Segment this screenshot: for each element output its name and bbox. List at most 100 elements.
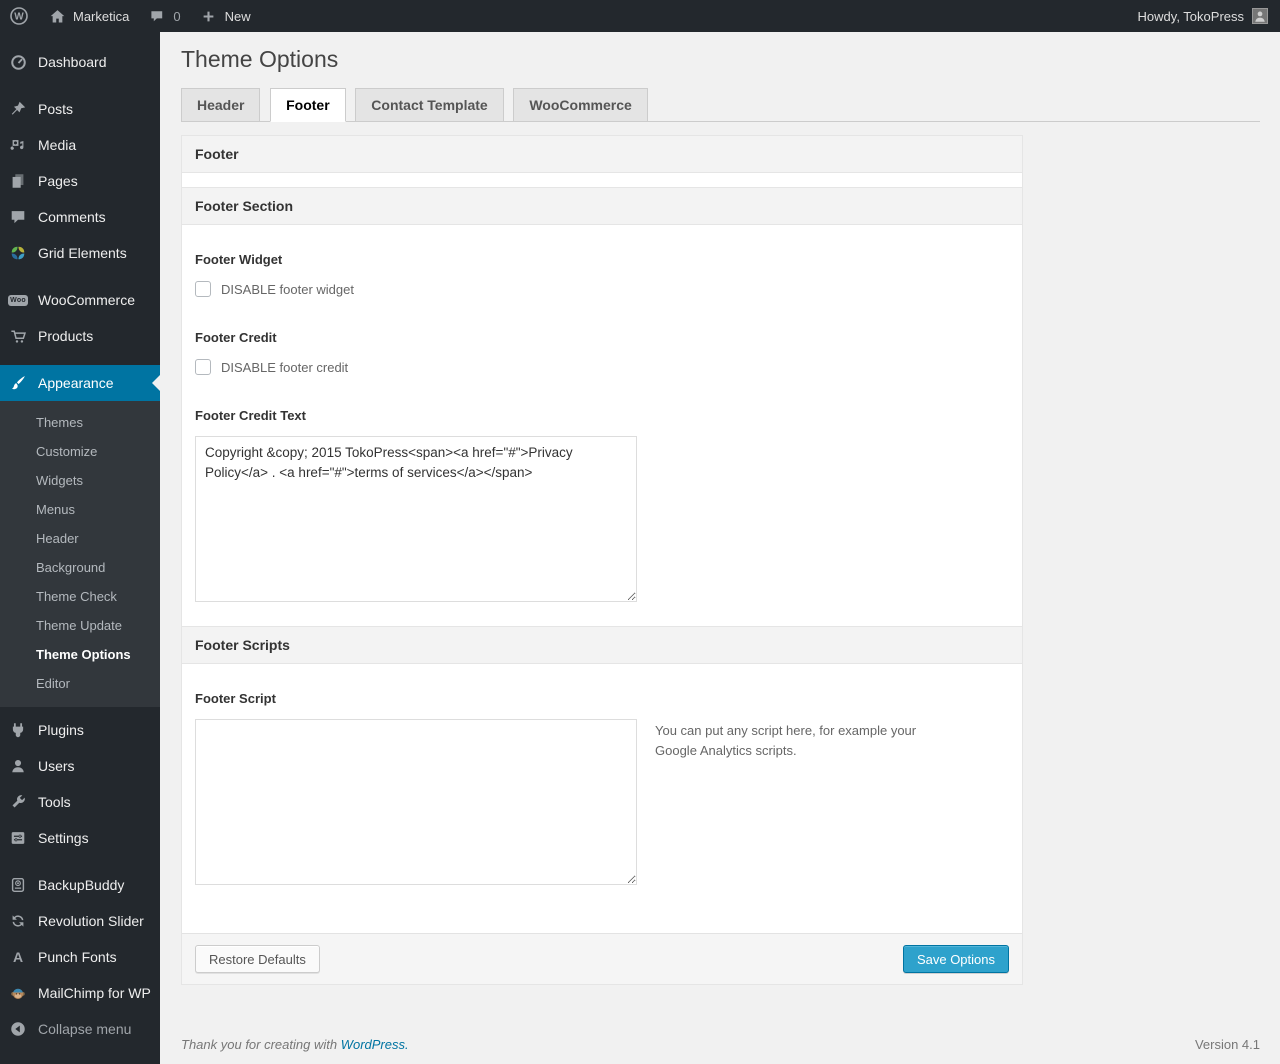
submenu-item-themes[interactable]: Themes — [0, 408, 160, 437]
submenu-item-widgets[interactable]: Widgets — [0, 466, 160, 495]
disable-footer-widget-checkbox[interactable] — [195, 281, 211, 297]
sidebar-item-revolution-slider[interactable]: Revolution Slider — [0, 903, 160, 939]
checkbox-label: DISABLE footer credit — [221, 359, 349, 375]
sidebar-item-label: Products — [38, 328, 94, 344]
page-title: Theme Options — [181, 46, 339, 72]
pushpin-icon — [8, 99, 28, 119]
submenu-item-theme-update[interactable]: Theme Update — [0, 611, 160, 640]
footer-widget-label: Footer Widget — [195, 252, 283, 267]
letter-a-icon: A — [12, 949, 24, 965]
new-label: New — [224, 8, 251, 24]
sidebar-item-label: Punch Fonts — [38, 949, 117, 965]
submenu-item-theme-check[interactable]: Theme Check — [0, 582, 160, 611]
pages-icon — [8, 171, 28, 191]
comment-bubble-icon — [147, 6, 167, 26]
sidebar-item-label: Tools — [38, 794, 71, 810]
appearance-submenu: Themes Customize Widgets Menus Header Ba… — [0, 401, 160, 707]
submenu-item-header[interactable]: Header — [0, 524, 160, 553]
comment-count: 0 — [173, 8, 181, 24]
admin-sidebar: Dashboard Posts Media Pages Comments Gri… — [0, 32, 160, 1064]
footer-credit-checkbox-row: DISABLE footer credit — [195, 359, 1009, 375]
restore-defaults-button[interactable]: Restore Defaults — [195, 945, 320, 973]
save-options-button[interactable]: Save Options — [902, 945, 1009, 973]
paintbrush-icon — [8, 373, 28, 393]
sidebar-item-settings[interactable]: Settings — [0, 820, 160, 856]
sidebar-item-posts[interactable]: Posts — [0, 91, 160, 127]
footer-version: Version 4.1 — [1194, 1037, 1260, 1052]
dashboard-gauge-icon — [8, 52, 28, 72]
site-name-link[interactable]: Marketica — [38, 0, 138, 32]
sidebar-item-label: Collapse menu — [38, 1021, 132, 1037]
sidebar-item-woocommerce[interactable]: Woo WooCommerce — [0, 282, 160, 318]
sidebar-item-mailchimp[interactable]: MailChimp for WP — [0, 975, 160, 1011]
footer-credit-text-textarea[interactable]: Copyright &copy; 2015 TokoPress<span><a … — [195, 436, 637, 602]
tab-contact-template[interactable]: Contact Template — [355, 88, 504, 122]
plug-icon — [8, 720, 28, 740]
sidebar-item-label: Plugins — [38, 722, 84, 738]
new-content-menu[interactable]: New — [190, 0, 260, 32]
sidebar-item-comments[interactable]: Comments — [0, 199, 160, 235]
sidebar-item-punch-fonts[interactable]: A Punch Fonts — [0, 939, 160, 975]
wordpress-logo-icon: W — [9, 6, 29, 26]
refresh-arrows-icon — [8, 911, 28, 931]
sidebar-item-label: Dashboard — [38, 54, 107, 70]
sidebar-item-backupbuddy[interactable]: BackupBuddy — [0, 867, 160, 903]
panel-header: Footer — [182, 136, 1022, 173]
sidebar-item-label: Pages — [38, 173, 78, 189]
comments-bubble[interactable]: 0 — [138, 0, 189, 32]
sidebar-item-grid-elements[interactable]: Grid Elements — [0, 235, 160, 271]
tab-header[interactable]: Header — [181, 88, 261, 122]
sidebar-item-dashboard[interactable]: Dashboard — [0, 44, 160, 80]
wordpress-link[interactable]: WordPress. — [341, 1037, 409, 1052]
svg-text:W: W — [14, 12, 24, 23]
speech-bubble-icon — [8, 207, 28, 227]
sidebar-item-label: MailChimp for WP — [38, 985, 151, 1001]
disable-footer-credit-checkbox[interactable] — [195, 359, 211, 375]
sidebar-item-label: Settings — [38, 830, 89, 846]
collapse-arrow-icon — [8, 1019, 28, 1039]
user-icon — [8, 756, 28, 776]
sidebar-item-label: Revolution Slider — [38, 913, 144, 929]
footer-credit-text-row: Copyright &copy; 2015 TokoPress<span><a … — [195, 436, 1009, 602]
grid-elements-icon — [8, 243, 28, 263]
sidebar-item-tools[interactable]: Tools — [0, 784, 160, 820]
sidebar-item-pages[interactable]: Pages — [0, 163, 160, 199]
footer-script-textarea[interactable] — [195, 719, 637, 885]
howdy-text: Howdy, TokoPress — [1137, 8, 1244, 24]
main-content: Theme Options Header Footer Contact Temp… — [160, 32, 1280, 1064]
theme-options-panel: Footer Footer Section Footer Widget DISA… — [181, 135, 1023, 985]
submenu-item-background[interactable]: Background — [0, 553, 160, 582]
site-name: Marketica — [73, 8, 130, 24]
woocommerce-badge-icon: Woo — [8, 294, 28, 306]
settings-sliders-icon — [8, 828, 28, 848]
footer-script-label: Footer Script — [195, 691, 276, 706]
sidebar-item-products[interactable]: Products — [0, 318, 160, 354]
sidebar-item-media[interactable]: Media — [0, 127, 160, 163]
tab-woocommerce[interactable]: WooCommerce — [513, 88, 648, 122]
submenu-item-theme-options[interactable]: Theme Options — [0, 640, 160, 669]
wp-logo-menu[interactable]: W — [0, 0, 38, 32]
sidebar-item-label: Appearance — [38, 375, 114, 391]
submenu-item-editor[interactable]: Editor — [0, 669, 160, 698]
avatar — [1252, 8, 1268, 24]
admin-bar-left: W Marketica 0 New — [0, 0, 260, 32]
footer-thanks-text: Thank you for creating with — [181, 1037, 338, 1052]
plus-icon — [199, 6, 219, 26]
section-footer-scripts: Footer Scripts — [182, 626, 1022, 664]
mailchimp-monkey-icon — [8, 983, 28, 1003]
sidebar-item-label: WooCommerce — [38, 292, 135, 308]
my-account-menu[interactable]: Howdy, TokoPress — [1126, 0, 1280, 32]
media-icon — [8, 135, 28, 155]
sidebar-item-label: BackupBuddy — [38, 877, 125, 893]
submenu-item-customize[interactable]: Customize — [0, 437, 160, 466]
nav-tab-wrapper: Header Footer Contact Template WooCommer… — [181, 84, 1260, 122]
panel-spacer — [182, 173, 1022, 187]
collapse-menu-button[interactable]: Collapse menu — [0, 1011, 160, 1047]
admin-bar: W Marketica 0 New Howdy, TokoPress — [0, 0, 1280, 32]
tab-footer[interactable]: Footer — [270, 88, 346, 122]
submenu-item-menus[interactable]: Menus — [0, 495, 160, 524]
sidebar-item-users[interactable]: Users — [0, 748, 160, 784]
sidebar-item-plugins[interactable]: Plugins — [0, 712, 160, 748]
sidebar-item-appearance[interactable]: Appearance — [0, 365, 160, 401]
